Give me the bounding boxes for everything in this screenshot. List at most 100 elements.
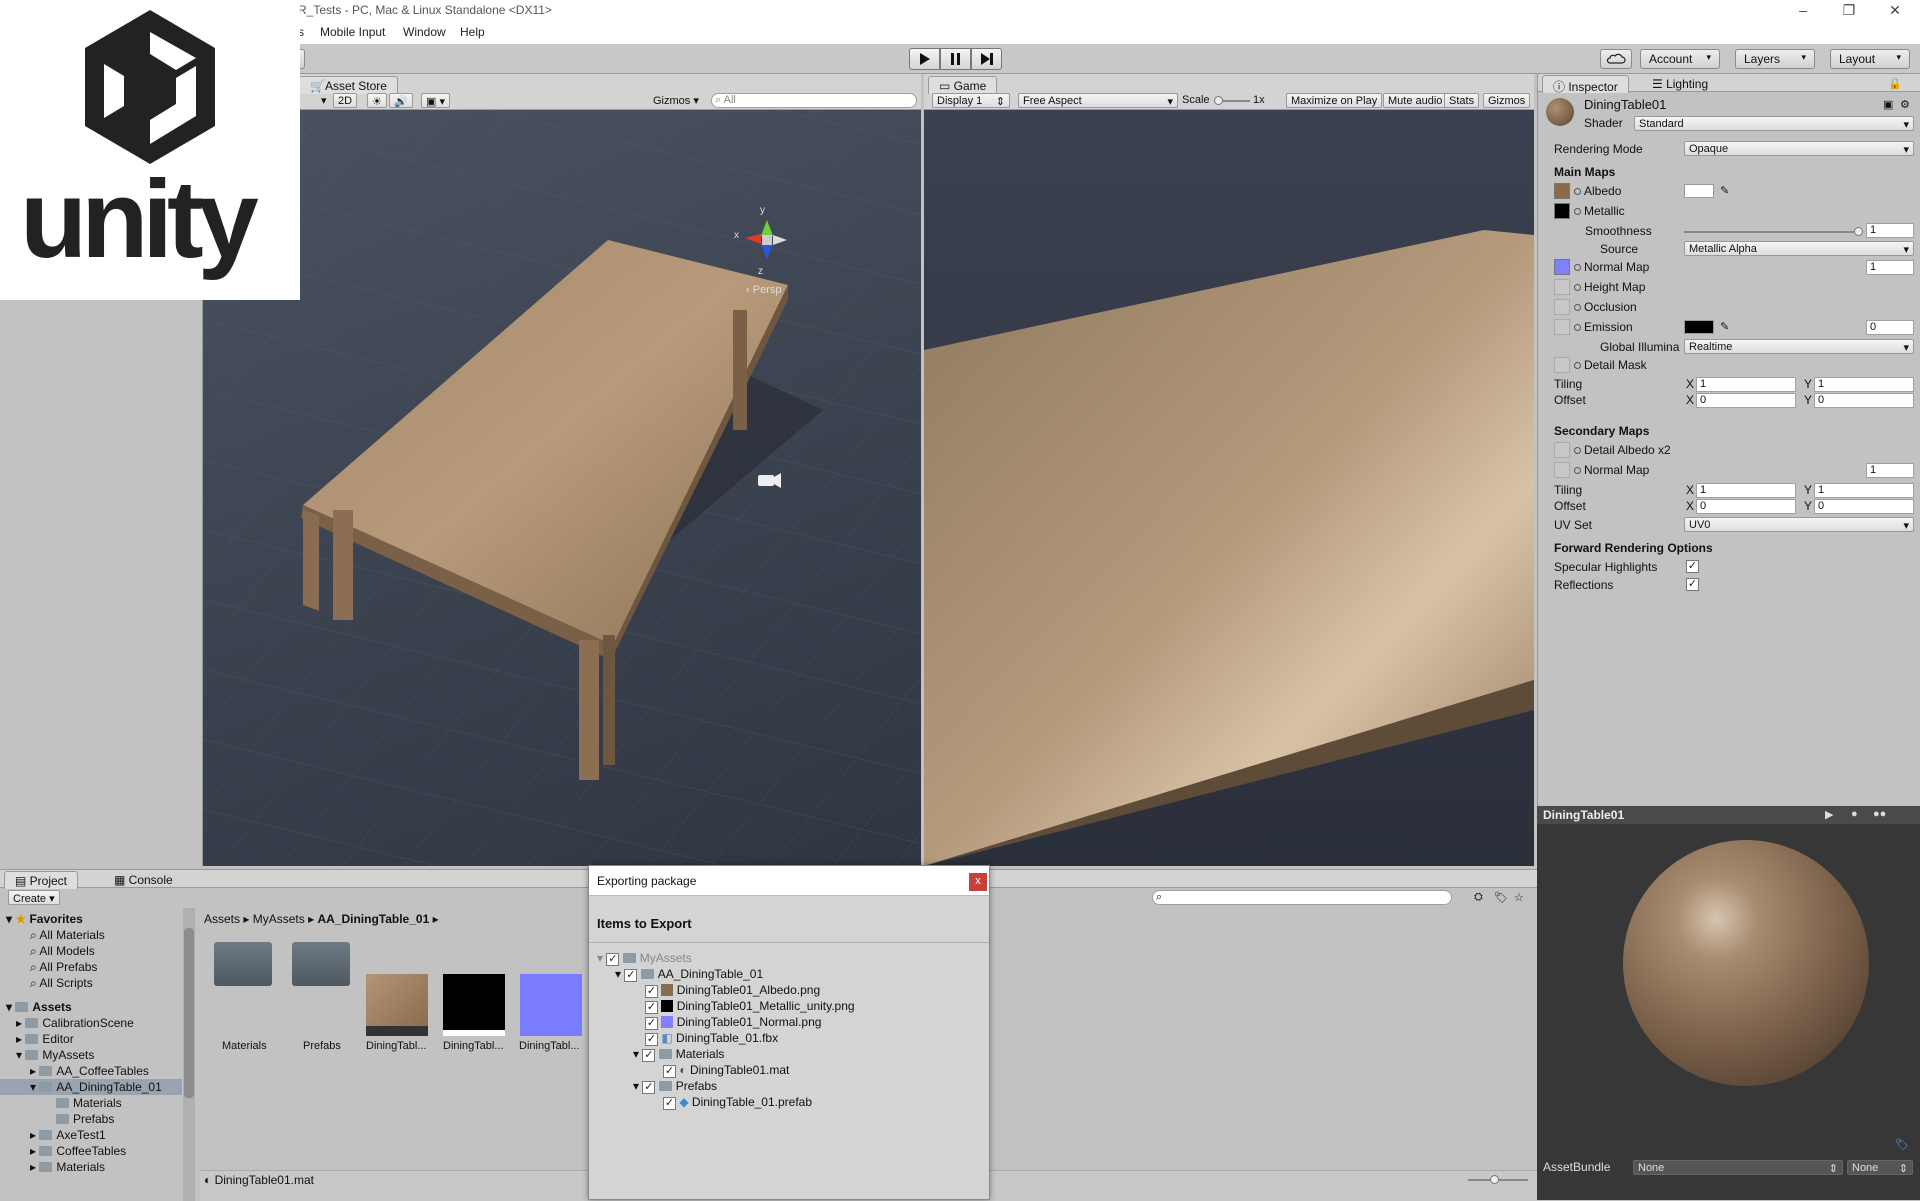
fav-all-scripts[interactable]: ⌕ All Scripts	[30, 976, 93, 991]
tab-console[interactable]: ▦ Console	[104, 871, 183, 889]
layers-dropdown[interactable]: Layers ▾	[1735, 49, 1815, 69]
tab-asset-store[interactable]: 🛒Asset Store	[299, 76, 398, 94]
fav-all-models[interactable]: ⌕ All Models	[30, 944, 95, 959]
export-checkbox[interactable]: ✓	[642, 1049, 656, 1062]
icon-size-slider[interactable]	[1468, 1175, 1528, 1184]
breadcrumb-myassets[interactable]: MyAssets	[253, 912, 305, 926]
scene-search-input[interactable]: ⌕ All	[711, 93, 917, 108]
cloud-button[interactable]	[1600, 49, 1632, 69]
breadcrumb-assets[interactable]: Assets	[204, 912, 240, 926]
source-dropdown[interactable]: Metallic Alpha ▾	[1684, 241, 1914, 256]
global-illumination-dropdown[interactable]: Realtime ▾	[1684, 339, 1914, 354]
asset-tile-prefabs[interactable]	[292, 932, 352, 990]
fav-all-prefabs[interactable]: ⌕ All Prefabs	[30, 960, 97, 975]
reflections-checkbox[interactable]: ✓	[1686, 578, 1699, 591]
menu-item-window[interactable]: Window	[403, 25, 446, 39]
smoothness-slider-thumb[interactable]	[1854, 227, 1863, 236]
tiling2-x-field[interactable]: 1	[1696, 483, 1796, 498]
detail-mask-slot[interactable]	[1554, 357, 1570, 373]
export-checkbox[interactable]: ✓	[645, 1033, 658, 1046]
minimize-icon[interactable]: –	[1780, 0, 1826, 22]
asset-tile-materials[interactable]	[214, 932, 274, 990]
smoothness-field[interactable]: 1	[1866, 223, 1914, 238]
assetbundle-dropdown[interactable]: None ⇕	[1633, 1160, 1843, 1175]
export-item-aa-diningtable[interactable]: ▾ ✓ AA_DiningTable_01	[615, 967, 763, 982]
tab-game[interactable]: ▭ Game	[928, 76, 998, 94]
2d-toggle[interactable]: 2D	[333, 93, 358, 108]
export-checkbox[interactable]: ✓	[624, 969, 638, 982]
normal-texture-slot[interactable]	[1554, 259, 1570, 275]
scale-slider[interactable]	[1214, 96, 1250, 105]
scale-slider-thumb[interactable]	[1214, 96, 1223, 105]
shader-dropdown[interactable]: Standard ▾	[1634, 116, 1914, 131]
asset-thumb-normal[interactable]	[520, 974, 582, 1036]
breadcrumb-aa-diningtable[interactable]: AA_DiningTable_01	[317, 912, 429, 926]
export-item-mat[interactable]: ✓ ◐ DiningTable01.mat	[663, 1063, 789, 1078]
game-viewport[interactable]	[924, 110, 1534, 866]
offset2-y-field[interactable]: 0	[1814, 499, 1914, 514]
export-checkbox[interactable]: ✓	[663, 1065, 676, 1078]
emission-texture-slot[interactable]	[1554, 319, 1570, 335]
tree-item-prefabs[interactable]: Prefabs	[56, 1112, 114, 1126]
detail-albedo-slot[interactable]	[1554, 442, 1570, 458]
tree-item-axetest1[interactable]: ▸ AxeTest1	[30, 1128, 106, 1142]
rendering-mode-dropdown[interactable]: Opaque ▾	[1684, 141, 1914, 156]
tiling-x-field[interactable]: 1	[1696, 377, 1796, 392]
scene-gizmos-dropdown[interactable]: Gizmos ▾	[653, 94, 699, 107]
account-dropdown[interactable]: Account ▾	[1640, 49, 1720, 69]
effects-toggle-icon[interactable]: ▣ ▾	[421, 93, 450, 108]
export-checkbox[interactable]: ✓	[606, 953, 620, 966]
project-search-input[interactable]: ⌕	[1152, 890, 1452, 905]
step-button[interactable]	[971, 48, 1002, 70]
tree-item-aa-coffeetables[interactable]: ▸ AA_CoffeeTables	[30, 1064, 149, 1078]
offset-y-field[interactable]: 0	[1814, 393, 1914, 408]
preview-sphere[interactable]	[1623, 840, 1869, 1086]
tree-item-calibrationscene[interactable]: ▸ CalibrationScene	[16, 1016, 134, 1030]
emission-color-field[interactable]	[1684, 320, 1714, 334]
menu-item-help[interactable]: Help	[460, 25, 485, 39]
game-gizmos-toggle[interactable]: Gizmos	[1483, 93, 1531, 108]
export-checkbox[interactable]: ✓	[645, 1017, 658, 1030]
specular-highlights-checkbox[interactable]: ✓	[1686, 560, 1699, 573]
asset-thumb-metallic[interactable]	[443, 974, 505, 1036]
favorites-node[interactable]: ▾ ★ Favorites	[6, 912, 83, 926]
export-checkbox[interactable]: ✓	[642, 1081, 656, 1094]
tiling2-y-field[interactable]: 1	[1814, 483, 1914, 498]
emission-field[interactable]: 0	[1866, 320, 1914, 335]
export-item-albedo[interactable]: ✓ DiningTable01_Albedo.png	[645, 983, 820, 998]
export-item-fbx[interactable]: ✓ ◧ DiningTable_01.fbx	[645, 1031, 778, 1046]
eyedropper-icon[interactable]: ✎	[1720, 184, 1729, 197]
aspect-dropdown[interactable]: Free Aspect ▾	[1018, 93, 1178, 108]
occlusion-texture-slot[interactable]	[1554, 299, 1570, 315]
export-item-prefabs[interactable]: ▾ ✓ Prefabs	[633, 1079, 717, 1094]
lighting-toggle-icon[interactable]: ☀	[367, 93, 387, 108]
smoothness-slider[interactable]	[1684, 227, 1863, 236]
export-item-metallic[interactable]: ✓ DiningTable01_Metallic_unity.png	[645, 999, 855, 1014]
lock-icon[interactable]: 🔒	[1888, 77, 1902, 90]
play-button[interactable]	[909, 48, 940, 70]
tree-item-aa-diningtable-01[interactable]: ▾ AA_DiningTable_01	[30, 1080, 162, 1094]
menu-item-mobile-input[interactable]: Mobile Input	[320, 25, 385, 39]
tree-item-coffeetables[interactable]: ▸ CoffeeTables	[30, 1144, 126, 1158]
preview-play-icon[interactable]: ▶	[1825, 808, 1833, 821]
tab-inspector[interactable]: ⓘ Inspector	[1542, 75, 1629, 94]
export-item-materials[interactable]: ▾ ✓ Materials	[633, 1047, 724, 1062]
draw-mode-arrow[interactable]: ▾	[321, 94, 327, 107]
preview-sphere-icon[interactable]: ●	[1851, 808, 1858, 820]
asset-thumb-albedo[interactable]	[366, 974, 428, 1036]
emission-eyedropper-icon[interactable]: ✎	[1720, 320, 1729, 333]
secondary-normal-field[interactable]: 1	[1866, 463, 1914, 478]
pause-button[interactable]	[940, 48, 971, 70]
export-checkbox[interactable]: ✓	[663, 1097, 676, 1110]
stats-toggle[interactable]: Stats	[1444, 93, 1480, 108]
secondary-normal-slot[interactable]	[1554, 462, 1570, 478]
close-window-icon[interactable]: ✕	[1872, 0, 1918, 22]
export-checkbox[interactable]: ✓	[645, 1001, 658, 1014]
export-checkbox[interactable]: ✓	[645, 985, 658, 998]
tree-scrollbar-thumb[interactable]	[184, 928, 194, 1098]
tiling-y-field[interactable]: 1	[1814, 377, 1914, 392]
albedo-texture-slot[interactable]	[1554, 183, 1570, 199]
tree-item-editor[interactable]: ▸ Editor	[16, 1032, 74, 1046]
tree-item-myassets[interactable]: ▾ MyAssets	[16, 1048, 94, 1062]
metallic-texture-slot[interactable]	[1554, 203, 1570, 219]
